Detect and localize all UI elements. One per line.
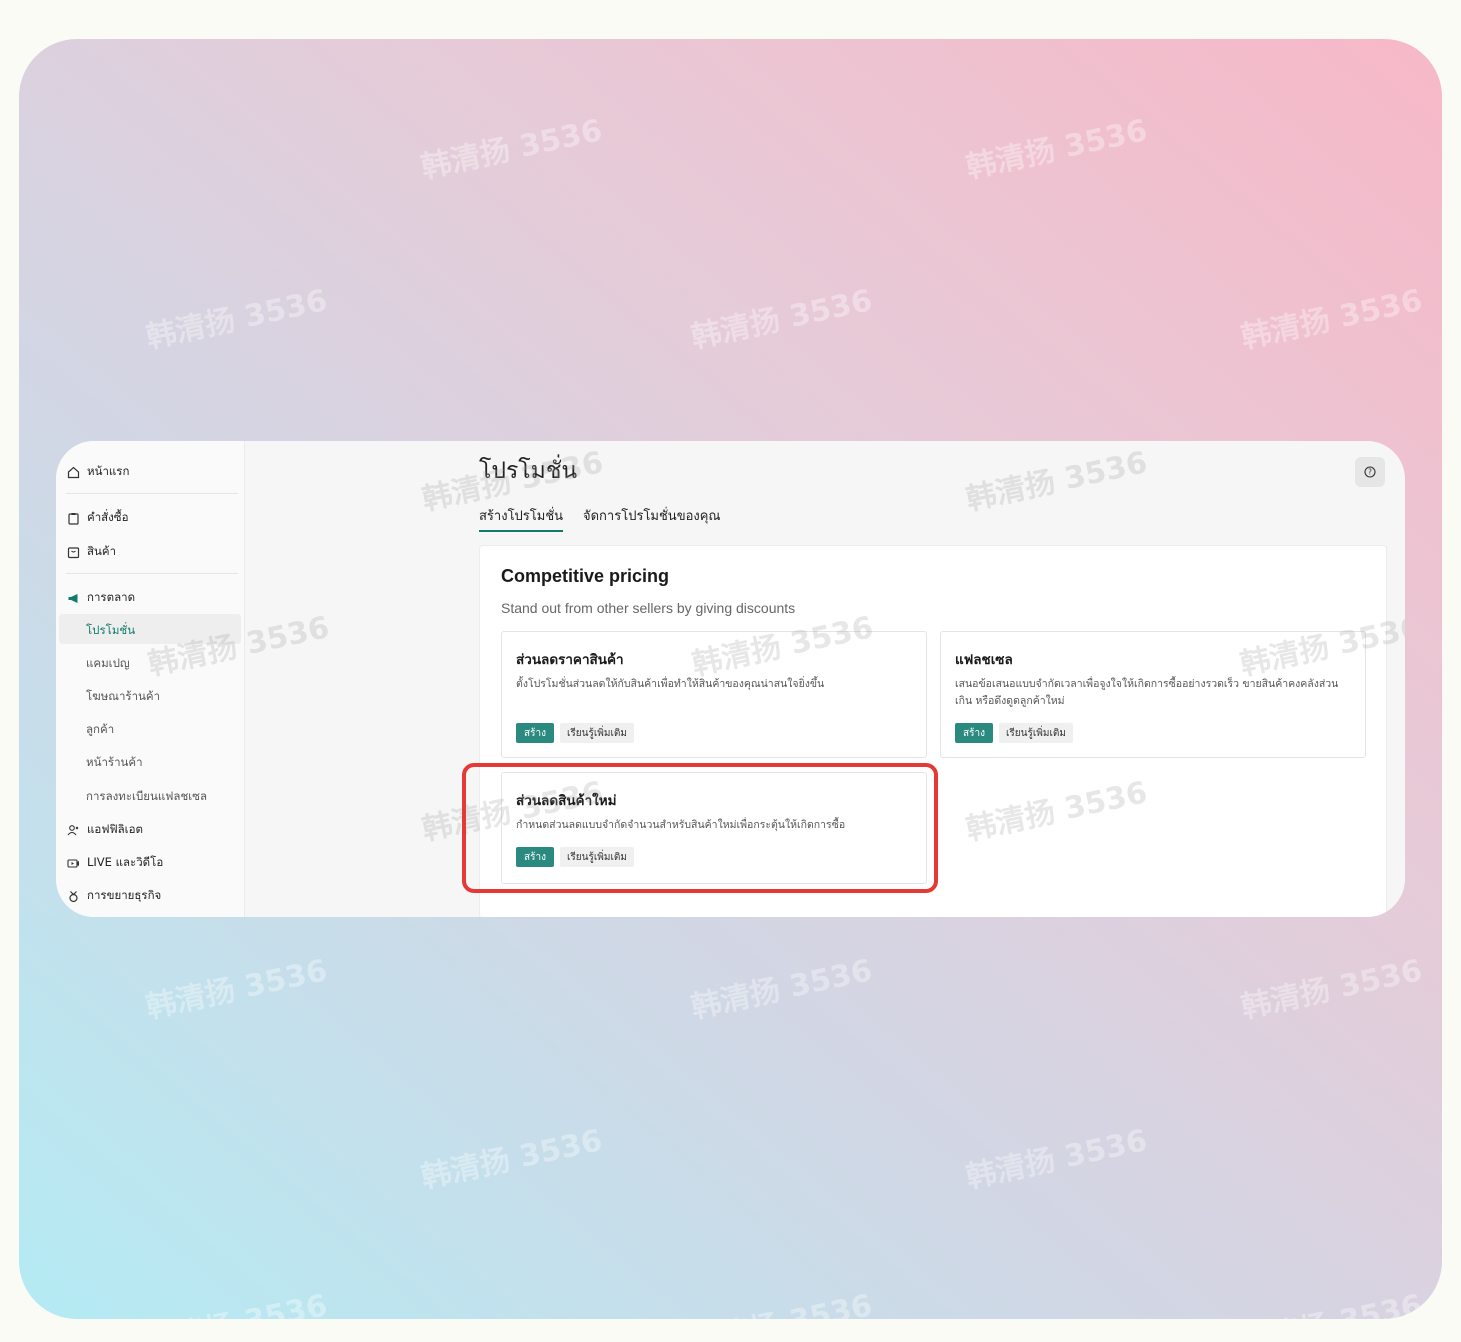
sidebar: หน้าแรก คำสั่งซื้อ สินค้า การตลาด โปรโมช…: [56, 441, 245, 917]
users-icon: [66, 823, 80, 837]
sidebar-subitem-customers[interactable]: ลูกค้า: [86, 721, 114, 739]
watermark: 韩清扬 3536: [963, 1123, 1151, 1196]
section-subtitle: Stand out from other sellers by giving d…: [501, 600, 796, 616]
watermark: 韩清扬 3536: [418, 113, 606, 186]
watermark: 韩清扬 3536: [688, 283, 876, 356]
tab-create-promotion[interactable]: สร้างโปรโมชั่น: [479, 505, 564, 532]
svg-text:?: ?: [1368, 468, 1372, 477]
sidebar-item-label: การตลาด: [87, 590, 136, 604]
watermark: 韩清扬 3536: [1236, 1280, 1425, 1319]
sidebar-item-home[interactable]: หน้าแรก: [66, 463, 129, 481]
watermark: 韩清扬 3536: [141, 1280, 330, 1319]
card-title: แฟลชเซล: [955, 652, 1013, 668]
sidebar-subitem-shop-ads[interactable]: โฆษณาร้านค้า: [86, 688, 160, 706]
sidebar-subitem-promotions[interactable]: โปรโมชั่น: [86, 622, 135, 640]
watermark: 韩清扬 3536: [963, 445, 1151, 518]
learn-more-button[interactable]: เรียนรู้เพิ่มเติม: [560, 723, 634, 743]
watermark: 韩清扬 3536: [143, 283, 331, 356]
watermark: 韩清扬 3536: [418, 1123, 606, 1196]
create-button[interactable]: สร้าง: [955, 723, 993, 743]
clipboard-icon: [66, 511, 80, 525]
help-icon: ?: [1364, 466, 1376, 478]
card-description: เสนอข้อเสนอแบบจำกัดเวลาเพื่อจูงใจให้เกิด…: [955, 678, 1339, 707]
watermark: 韩清扬 3536: [143, 953, 331, 1026]
sidebar-item-business-growth[interactable]: การขยายธุรกิจ: [66, 887, 161, 905]
watermark: 韩清扬 3536: [963, 113, 1151, 186]
sidebar-item-label: การขยายธุรกิจ: [87, 888, 162, 902]
divider: [66, 573, 238, 574]
page-title: โปรโมชั่น: [479, 458, 578, 484]
megaphone-icon: [66, 591, 80, 605]
promo-card-product-discount: ส่วนลดราคาสินค้า ตั้งโปรโมชั่นส่วนลดให้ก…: [501, 631, 927, 758]
watermark: 韩清扬 3536: [1238, 283, 1426, 356]
sidebar-item-label: หน้าแรก: [87, 464, 130, 478]
medal-icon: [66, 889, 80, 903]
card-description: ตั้งโปรโมชั่นส่วนลดให้กับสินค้าเพื่อทำให…: [516, 678, 825, 690]
sidebar-item-affiliate[interactable]: แอฟฟิลิเอต: [66, 821, 143, 839]
help-button[interactable]: ?: [1355, 457, 1385, 487]
watermark: 韩清扬 3536: [686, 1280, 875, 1319]
highlight-box: [462, 763, 938, 893]
sidebar-item-orders[interactable]: คำสั่งซื้อ: [66, 509, 129, 527]
section-title: Competitive pricing: [501, 566, 670, 586]
card-title: ส่วนลดราคาสินค้า: [516, 652, 624, 668]
watermark: 韩清扬 3536: [1238, 953, 1426, 1026]
sidebar-item-label: คำสั่งซื้อ: [87, 510, 129, 524]
sidebar-subitem-storefront[interactable]: หน้าร้านค้า: [86, 754, 143, 772]
sidebar-item-products[interactable]: สินค้า: [66, 543, 116, 561]
home-icon: [66, 465, 80, 479]
sidebar-item-marketing[interactable]: การตลาด: [66, 589, 135, 607]
sidebar-item-label: แอฟฟิลิเอต: [87, 822, 143, 836]
sidebar-subitem-campaigns[interactable]: แคมเปญ: [86, 655, 130, 673]
watermark: 韩清扬 3536: [688, 953, 876, 1026]
sidebar-item-live-video[interactable]: LIVE และวิดีโอ: [66, 854, 163, 872]
box-icon: [66, 545, 80, 559]
video-icon: [66, 856, 80, 870]
create-button[interactable]: สร้าง: [516, 723, 554, 743]
learn-more-button[interactable]: เรียนรู้เพิ่มเติม: [999, 723, 1073, 743]
promo-card-flash-sale: แฟลชเซล เสนอข้อเสนอแบบจำกัดเวลาเพื่อจูงใ…: [940, 631, 1366, 758]
sidebar-item-label: LIVE และวิดีโอ: [87, 855, 164, 869]
sidebar-item-label: สินค้า: [87, 544, 117, 558]
tab-manage-promotions[interactable]: จัดการโปรโมชั่นของคุณ: [583, 505, 721, 526]
divider: [66, 493, 238, 494]
sidebar-subitem-flash-sale-registration[interactable]: การลงทะเบียนแฟลชเซล: [86, 788, 207, 806]
